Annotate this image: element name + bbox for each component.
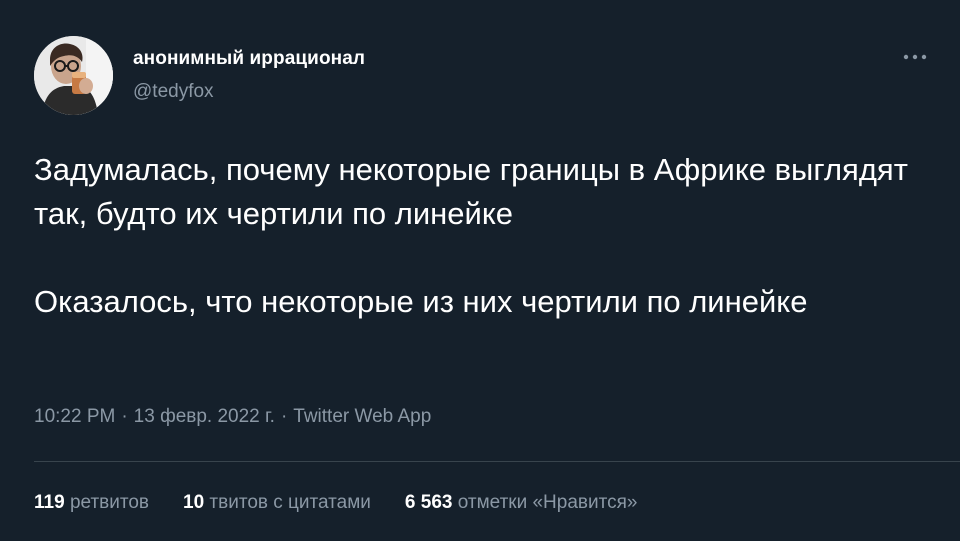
tweet-text: Задумалась, почему некоторые границы в А… [34,148,934,324]
more-options-button[interactable] [898,44,932,70]
retweets-label: ретвитов [69,492,149,513]
author-handle[interactable]: @tedyfox [133,81,214,103]
tweet-card: анонимный иррационал @tedyfox Задумалась… [0,0,960,541]
likes-stat[interactable]: 6 563 отметки «Нравится» [405,492,638,514]
tweet-metadata: 10:22 PM · 13 февр. 2022 г. · Twitter Web Ap… [34,406,431,428]
divider [34,461,960,462]
quote-tweets-stat[interactable]: 10 твитов с цитатами [183,492,371,514]
likes-count: 6 563 [404,492,453,513]
likes-label: отметки «Нравится» [457,492,638,513]
tweet-paragraph: Задумалась, почему некоторые границы в А… [34,152,908,231]
quote-tweets-count: 10 [183,492,205,513]
more-horizontal-icon [903,54,927,60]
tweet-time[interactable]: 10:22 PM [34,406,115,427]
author-display-name[interactable]: анонимный иррационал [133,48,365,70]
tweet-date[interactable]: 13 февр. 2022 г. [134,406,275,427]
meta-separator: · [280,406,288,427]
user-avatar-icon [34,36,113,115]
tweet-paragraph: Оказалось, что некоторые из них чертили … [34,284,808,319]
avatar[interactable] [34,36,113,115]
meta-separator: · [121,406,128,427]
retweets-stat[interactable]: 119 ретвитов [34,492,149,514]
retweets-count: 119 [34,492,65,513]
tweet-stats: 119 ретвитов 10 твитов с цитатами 6 563 … [34,492,671,514]
quote-tweets-label: твитов с цитатами [209,492,371,513]
tweet-source[interactable]: Twitter Web App [293,406,431,427]
